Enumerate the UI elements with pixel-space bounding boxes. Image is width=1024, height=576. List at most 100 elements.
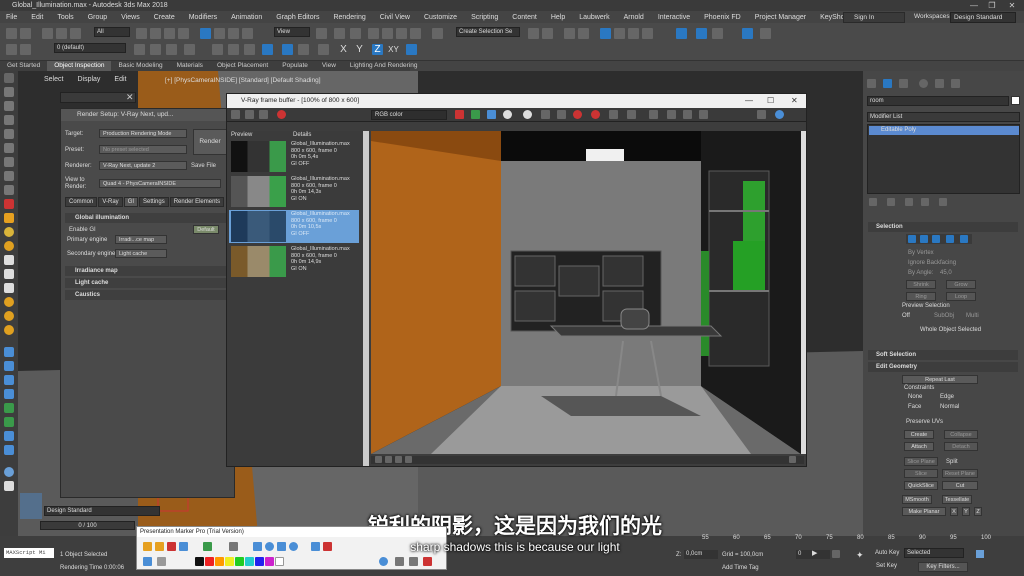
hide-icon[interactable] <box>184 44 195 55</box>
preview-off-radio[interactable]: Off <box>902 313 910 319</box>
selection-filter-dropdown[interactable]: All <box>94 27 130 37</box>
percent-snap-icon[interactable] <box>396 28 407 39</box>
show-end-result-icon[interactable] <box>887 198 895 206</box>
loop-button[interactable]: Loop <box>946 292 976 301</box>
vray-light-icon[interactable] <box>4 297 14 307</box>
ocio-icon[interactable] <box>699 110 708 119</box>
vfb-maximize-icon[interactable]: ☐ <box>767 96 774 105</box>
preserve-uvs-checkbox[interactable]: Preserve UVs <box>906 419 943 425</box>
render-setup-icon[interactable] <box>676 28 687 39</box>
modify-tab-icon[interactable] <box>883 79 892 88</box>
viewport-nav-icon[interactable] <box>976 550 984 558</box>
workspace-scene-field[interactable]: Design Standard <box>44 506 160 516</box>
history-item[interactable]: Global_Illumination.max 800 x 600, frame… <box>229 140 359 173</box>
vfb-info-icon[interactable] <box>775 110 784 119</box>
vfb-minimize-icon[interactable]: — <box>745 96 753 105</box>
z-coordinate-field[interactable]: 0,0cm <box>684 550 718 559</box>
menu-customize[interactable]: Customize <box>424 14 457 21</box>
vfb-bottom-icon-1[interactable] <box>375 456 382 463</box>
transform-gizmo-icon[interactable] <box>406 44 417 55</box>
vfb-bottom-icon-4[interactable] <box>405 456 412 463</box>
ribbon-tab-view[interactable]: View <box>315 61 343 71</box>
menu-animation[interactable]: Animation <box>231 14 262 21</box>
display-srgb-icon[interactable] <box>683 110 692 119</box>
ribbon-tab-object-inspection[interactable]: Object Inspection <box>47 61 112 71</box>
quickslice-button[interactable]: QuickSlice <box>904 481 938 490</box>
constrain-x-icon[interactable]: X <box>338 44 349 55</box>
link-to-3dsmax-icon[interactable] <box>627 110 636 119</box>
ribbon-tab-materials[interactable]: Materials <box>170 61 210 71</box>
target-light-icon[interactable] <box>4 255 14 265</box>
object-color-swatch[interactable] <box>1011 96 1020 105</box>
renderer-dropdown[interactable]: V-Ray Next, update 2 <box>99 161 187 170</box>
menu-tools[interactable]: Tools <box>57 14 73 21</box>
stop-render-icon[interactable] <box>573 110 582 119</box>
color-blue-swatch[interactable] <box>255 557 264 566</box>
ipr-icon[interactable] <box>609 110 618 119</box>
key-selection-dropdown[interactable]: Selected <box>904 548 964 558</box>
rs-tab-common[interactable]: Common <box>65 197 98 207</box>
info-icon[interactable] <box>379 557 388 566</box>
layer-dropdown[interactable]: 0 (default) <box>54 43 126 53</box>
gi-rollout[interactable]: Global illumination <box>65 213 227 223</box>
lens-effects-icon[interactable] <box>649 110 658 119</box>
toggle-ribbon-icon[interactable] <box>600 28 611 39</box>
pen-icon[interactable] <box>143 542 152 551</box>
ellipse-icon[interactable] <box>265 542 274 551</box>
minimize-icon[interactable]: — <box>966 0 982 11</box>
text-tool-icon[interactable] <box>311 542 320 551</box>
shrink-button[interactable]: Shrink <box>906 280 936 289</box>
motion-tab-icon[interactable] <box>919 79 928 88</box>
ribbon-tab-populate[interactable]: Populate <box>275 61 315 71</box>
render-production-icon[interactable] <box>712 28 723 39</box>
rectangle-icon[interactable] <box>253 542 262 551</box>
scene-menu-display[interactable]: Display <box>77 76 100 88</box>
color-yellow-swatch[interactable] <box>225 557 234 566</box>
foliage-icon[interactable] <box>4 403 14 413</box>
menu-create[interactable]: Create <box>154 14 175 21</box>
pin-stack-icon[interactable] <box>869 198 877 206</box>
create-preview-icon[interactable] <box>20 493 42 519</box>
timeline-ruler[interactable]: 55 60 65 70 75 80 85 90 95 100 <box>702 535 1024 543</box>
menu-rendering[interactable]: Rendering <box>333 14 365 21</box>
menu-laubwerk[interactable]: Laubwerk <box>579 14 609 21</box>
create-tab-icon[interactable] <box>867 79 876 88</box>
goto-start-icon[interactable] <box>832 550 840 558</box>
green-channel-icon[interactable] <box>471 110 480 119</box>
cut-button[interactable]: Cut <box>942 481 978 490</box>
color-cyan-swatch[interactable] <box>245 557 254 566</box>
magnifier-icon[interactable] <box>409 557 418 566</box>
marker-icon[interactable] <box>167 542 176 551</box>
tessellate-button[interactable]: Tessellate <box>942 495 972 504</box>
curve-editor-icon[interactable] <box>614 28 625 39</box>
reference-coordinate-dropdown[interactable]: View <box>274 27 310 37</box>
rs-icon[interactable] <box>282 44 293 55</box>
by-angle-checkbox[interactable]: By Angle: <box>908 270 933 276</box>
vray-ies-icon[interactable] <box>4 325 14 335</box>
edit-named-selection-icon[interactable] <box>432 28 443 39</box>
by-vertex-checkbox[interactable]: By Vertex <box>908 250 934 256</box>
rs-tab-gi[interactable]: GI <box>123 197 139 207</box>
vertex-icon[interactable] <box>908 235 916 243</box>
physical-camera-icon[interactable] <box>4 361 14 371</box>
menu-project-manager[interactable]: Project Manager <box>755 14 806 21</box>
make-unique-icon[interactable] <box>905 198 913 206</box>
remove-modifier-icon[interactable] <box>921 198 929 206</box>
configure-modifier-icon[interactable] <box>939 198 947 206</box>
scene-menu-edit[interactable]: Edit <box>114 76 126 88</box>
default-button[interactable]: Default <box>193 225 219 234</box>
vfb-bottom-icon-3[interactable] <box>395 456 402 463</box>
vfb-settings-icon[interactable] <box>757 110 766 119</box>
menu-graph-editors[interactable]: Graph Editors <box>276 14 319 21</box>
select-manipulate-icon[interactable] <box>334 28 345 39</box>
undo-icon[interactable] <box>6 28 17 39</box>
sign-in-dropdown[interactable]: Sign In <box>843 12 905 23</box>
omni-light-icon[interactable] <box>4 241 14 251</box>
soft-selection-rollout[interactable]: Soft Selection <box>868 350 1018 360</box>
edge-icon[interactable] <box>920 235 928 243</box>
polygon-icon[interactable] <box>946 235 954 243</box>
render-image[interactable] <box>371 131 801 454</box>
scatter-icon[interactable] <box>4 445 14 455</box>
menu-modifiers[interactable]: Modifiers <box>189 14 217 21</box>
close-search-icon[interactable]: ✕ <box>126 92 134 103</box>
